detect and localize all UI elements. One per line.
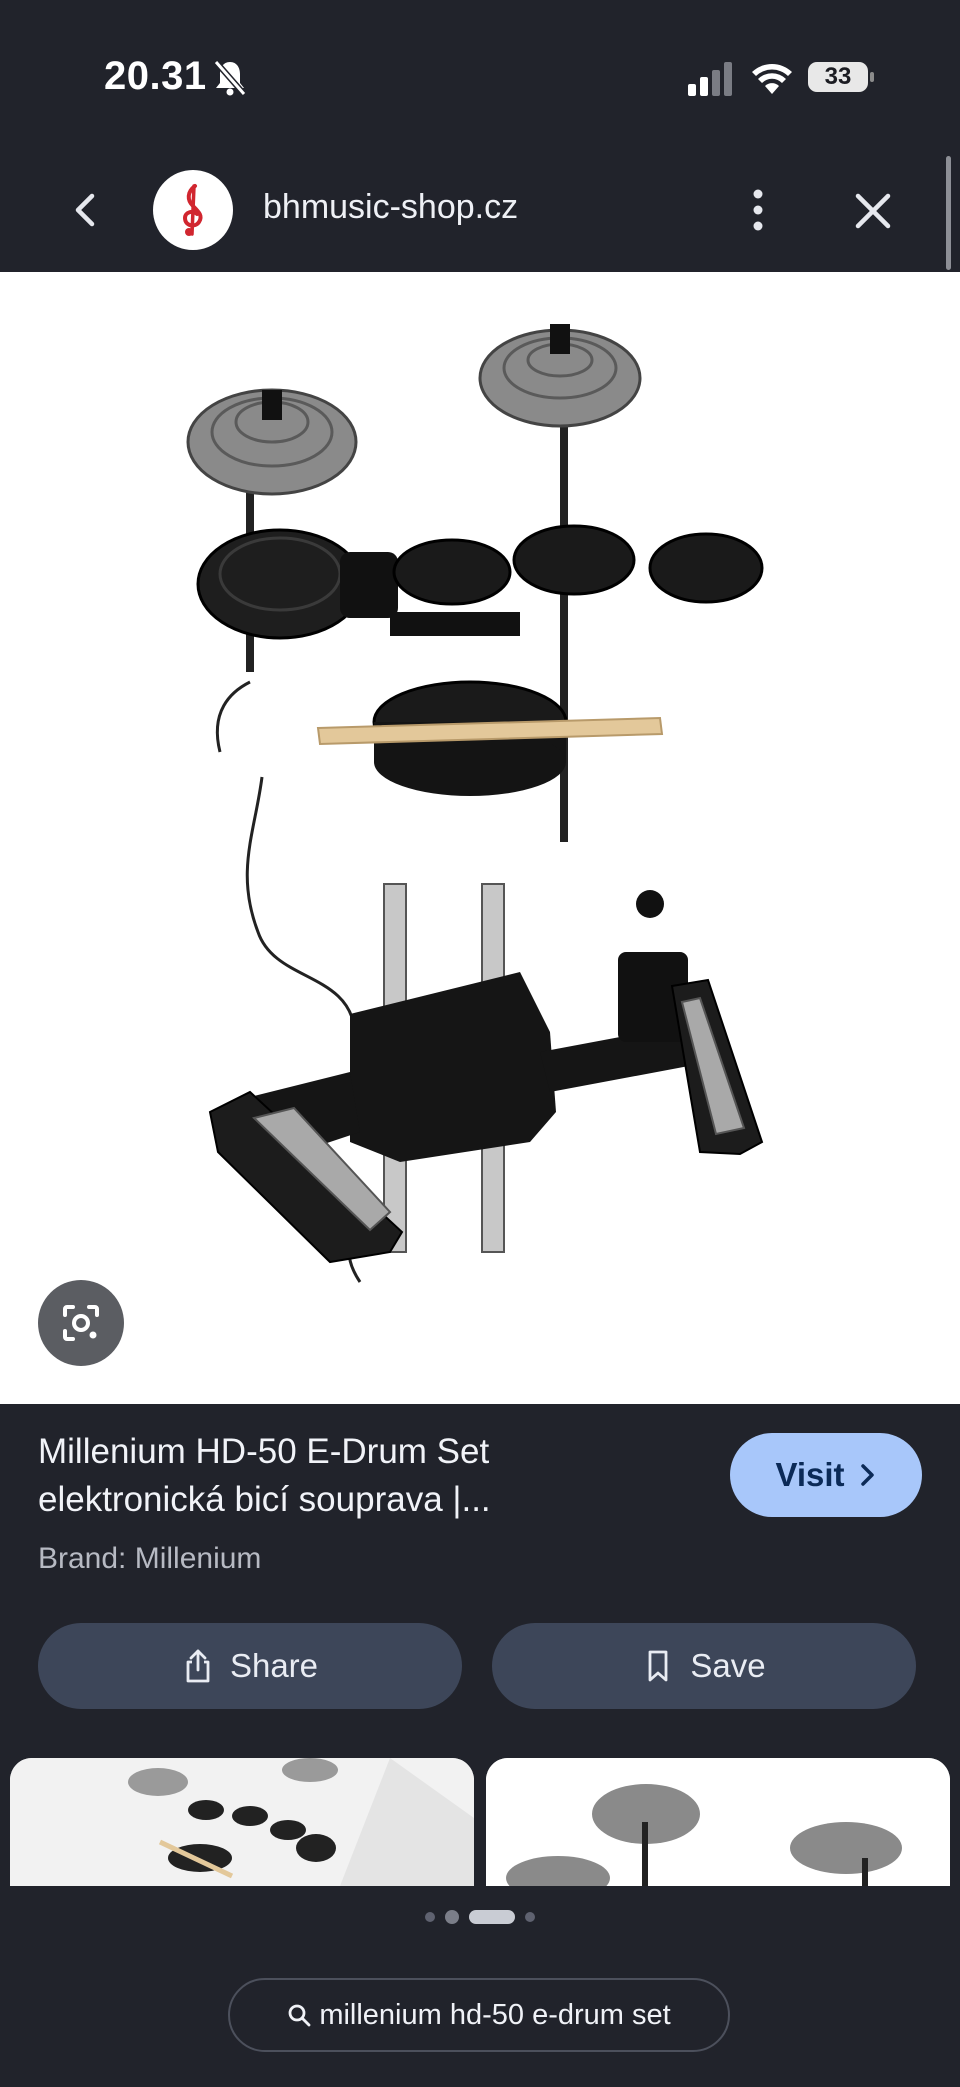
status-time: 20.31 bbox=[104, 54, 207, 98]
image-preview[interactable] bbox=[0, 272, 960, 1404]
treble-clef-favicon[interactable] bbox=[153, 170, 233, 250]
related-image-thumbnail[interactable] bbox=[486, 1758, 950, 1886]
search-icon bbox=[288, 2004, 311, 2027]
result-brand: Brand: Millenium bbox=[38, 1542, 262, 1575]
chevron-right-icon bbox=[860, 1464, 874, 1486]
wifi-icon bbox=[752, 64, 792, 94]
signal-icon bbox=[688, 62, 732, 96]
drum-kit-thumbnail-image bbox=[10, 1758, 474, 1886]
search-query-text: millenium hd-50 e-drum set bbox=[319, 1998, 671, 2031]
result-title-line-2: elektronická bicí souprava |... bbox=[38, 1480, 491, 1519]
share-button[interactable]: Share bbox=[38, 1623, 462, 1709]
save-button[interactable]: Save bbox=[492, 1623, 916, 1709]
back-icon[interactable] bbox=[68, 190, 104, 230]
lens-icon bbox=[63, 1305, 99, 1341]
carousel-indicator bbox=[0, 1910, 960, 1924]
carousel-dot bbox=[525, 1912, 535, 1922]
share-label: Share bbox=[229, 1647, 319, 1684]
close-icon[interactable] bbox=[852, 190, 894, 232]
result-title-line-1: Millenium HD-50 E-Drum Set bbox=[38, 1432, 490, 1471]
more-vert-icon[interactable] bbox=[744, 186, 772, 234]
carousel-dot-active bbox=[469, 1910, 515, 1924]
browser-bar: bhmusic-shop.cz bbox=[0, 150, 960, 272]
visit-button[interactable]: Visit bbox=[730, 1433, 922, 1517]
result-title[interactable]: Millenium HD-50 E-Drum Set elektronická … bbox=[38, 1428, 678, 1524]
bell-muted-icon bbox=[213, 60, 247, 96]
search-query-chip[interactable]: millenium hd-50 e-drum set bbox=[228, 1978, 730, 2052]
carousel-dot bbox=[445, 1910, 459, 1924]
carousel-dot bbox=[425, 1912, 435, 1922]
battery-icon: 33 bbox=[808, 58, 874, 96]
share-icon bbox=[186, 1649, 210, 1683]
visit-label: Visit bbox=[775, 1456, 845, 1493]
cymbal-thumbnail-image bbox=[486, 1758, 950, 1886]
battery-level: 33 bbox=[808, 62, 868, 92]
status-bar: 20.31 33 bbox=[0, 0, 960, 150]
battery-tip bbox=[870, 72, 874, 82]
scroll-indicator bbox=[946, 156, 951, 270]
site-domain[interactable]: bhmusic-shop.cz bbox=[263, 188, 518, 227]
related-image-thumbnail[interactable] bbox=[10, 1758, 474, 1886]
drum-kit-image bbox=[186, 324, 764, 1283]
google-lens-button[interactable] bbox=[38, 1280, 124, 1366]
bookmark-icon bbox=[648, 1650, 668, 1682]
save-label: Save bbox=[690, 1647, 766, 1684]
treble-clef-icon bbox=[182, 184, 203, 236]
